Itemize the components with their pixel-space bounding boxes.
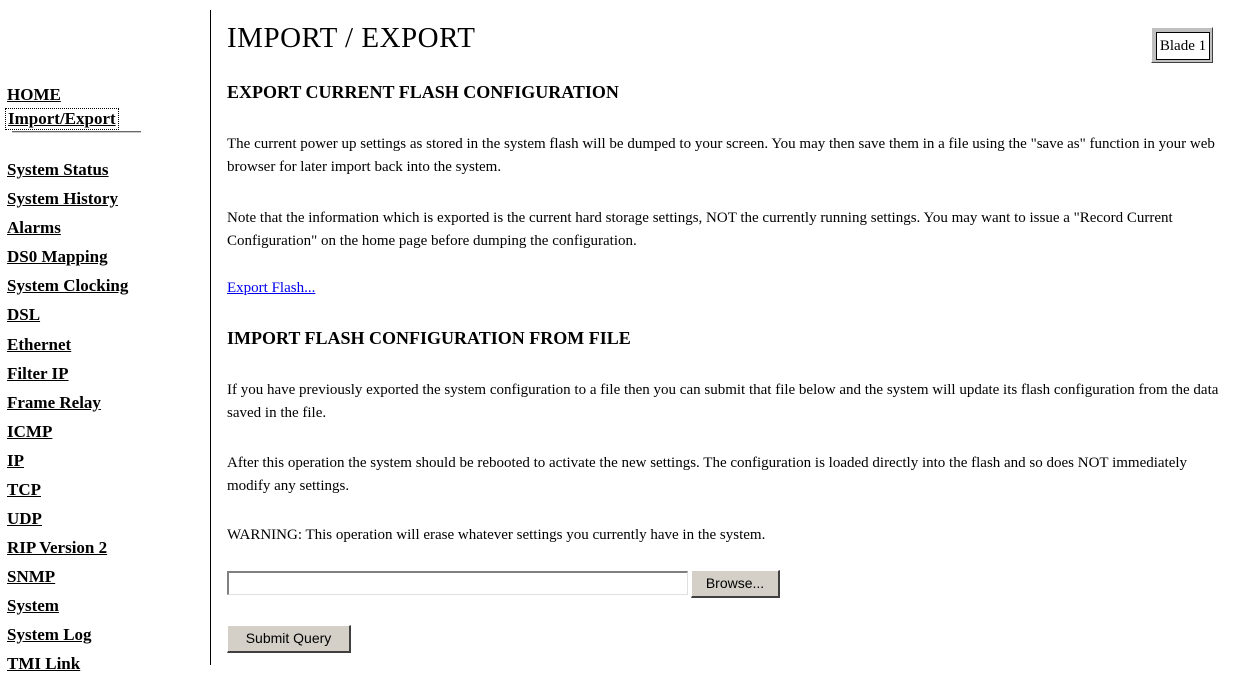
page-title: IMPORT / EXPORT bbox=[227, 22, 476, 54]
nav-link-dsl[interactable]: DSL bbox=[7, 305, 40, 325]
blade-indicator: Blade 1 bbox=[1151, 27, 1213, 63]
export-note: Note that the information which is expor… bbox=[227, 210, 1173, 249]
nav-link-system-history[interactable]: System History bbox=[7, 189, 118, 209]
blade-label: Blade 1 bbox=[1156, 32, 1210, 60]
sidebar-divider bbox=[210, 10, 211, 665]
nav-link-ds0-mapping[interactable]: DS0 Mapping bbox=[7, 247, 108, 267]
nav-link-ip[interactable]: IP bbox=[7, 451, 24, 471]
nav-link-home[interactable]: HOME bbox=[7, 85, 61, 105]
nav-link-ethernet[interactable]: Ethernet bbox=[7, 335, 71, 355]
nav-divider bbox=[12, 131, 141, 133]
browse-button[interactable]: Browse... bbox=[691, 570, 780, 598]
nav-link-udp[interactable]: UDP bbox=[7, 509, 42, 529]
nav-link-rip-version-2[interactable]: RIP Version 2 bbox=[7, 538, 107, 558]
nav-link-alarms[interactable]: Alarms bbox=[7, 218, 61, 238]
nav-link-system-clocking[interactable]: System Clocking bbox=[7, 276, 128, 296]
import-reboot-note: After this operation the system should b… bbox=[227, 455, 1188, 494]
nav-link-system-log[interactable]: System Log bbox=[7, 625, 92, 645]
nav-link-import-export[interactable]: Import/Export bbox=[5, 108, 119, 130]
submit-query-button[interactable]: Submit Query bbox=[227, 625, 351, 653]
nav-link-tmi-link[interactable]: TMI Link bbox=[7, 654, 80, 674]
nav-link-filter-ip[interactable]: Filter IP bbox=[7, 364, 69, 384]
nav-link-icmp[interactable]: ICMP bbox=[7, 422, 52, 442]
import-section-heading: IMPORT FLASH CONFIGURATION FROM FILE bbox=[227, 328, 631, 348]
import-warning: WARNING: This operation will erase whate… bbox=[227, 527, 766, 543]
nav-link-system-status[interactable]: System Status bbox=[7, 160, 109, 180]
nav-link-system[interactable]: System bbox=[7, 596, 59, 616]
export-description: The current power up settings as stored … bbox=[227, 136, 1215, 175]
nav-link-snmp[interactable]: SNMP bbox=[7, 567, 55, 587]
nav-link-tcp[interactable]: TCP bbox=[7, 480, 41, 500]
import-description: If you have previously exported the syst… bbox=[227, 382, 1219, 421]
file-path-input[interactable] bbox=[227, 571, 688, 595]
export-flash-link[interactable]: Export Flash... bbox=[227, 280, 315, 297]
export-section-heading: EXPORT CURRENT FLASH CONFIGURATION bbox=[227, 82, 619, 102]
sidebar-nav: HOME Import/Export System Status System … bbox=[0, 0, 208, 673]
nav-link-frame-relay[interactable]: Frame Relay bbox=[7, 393, 101, 413]
